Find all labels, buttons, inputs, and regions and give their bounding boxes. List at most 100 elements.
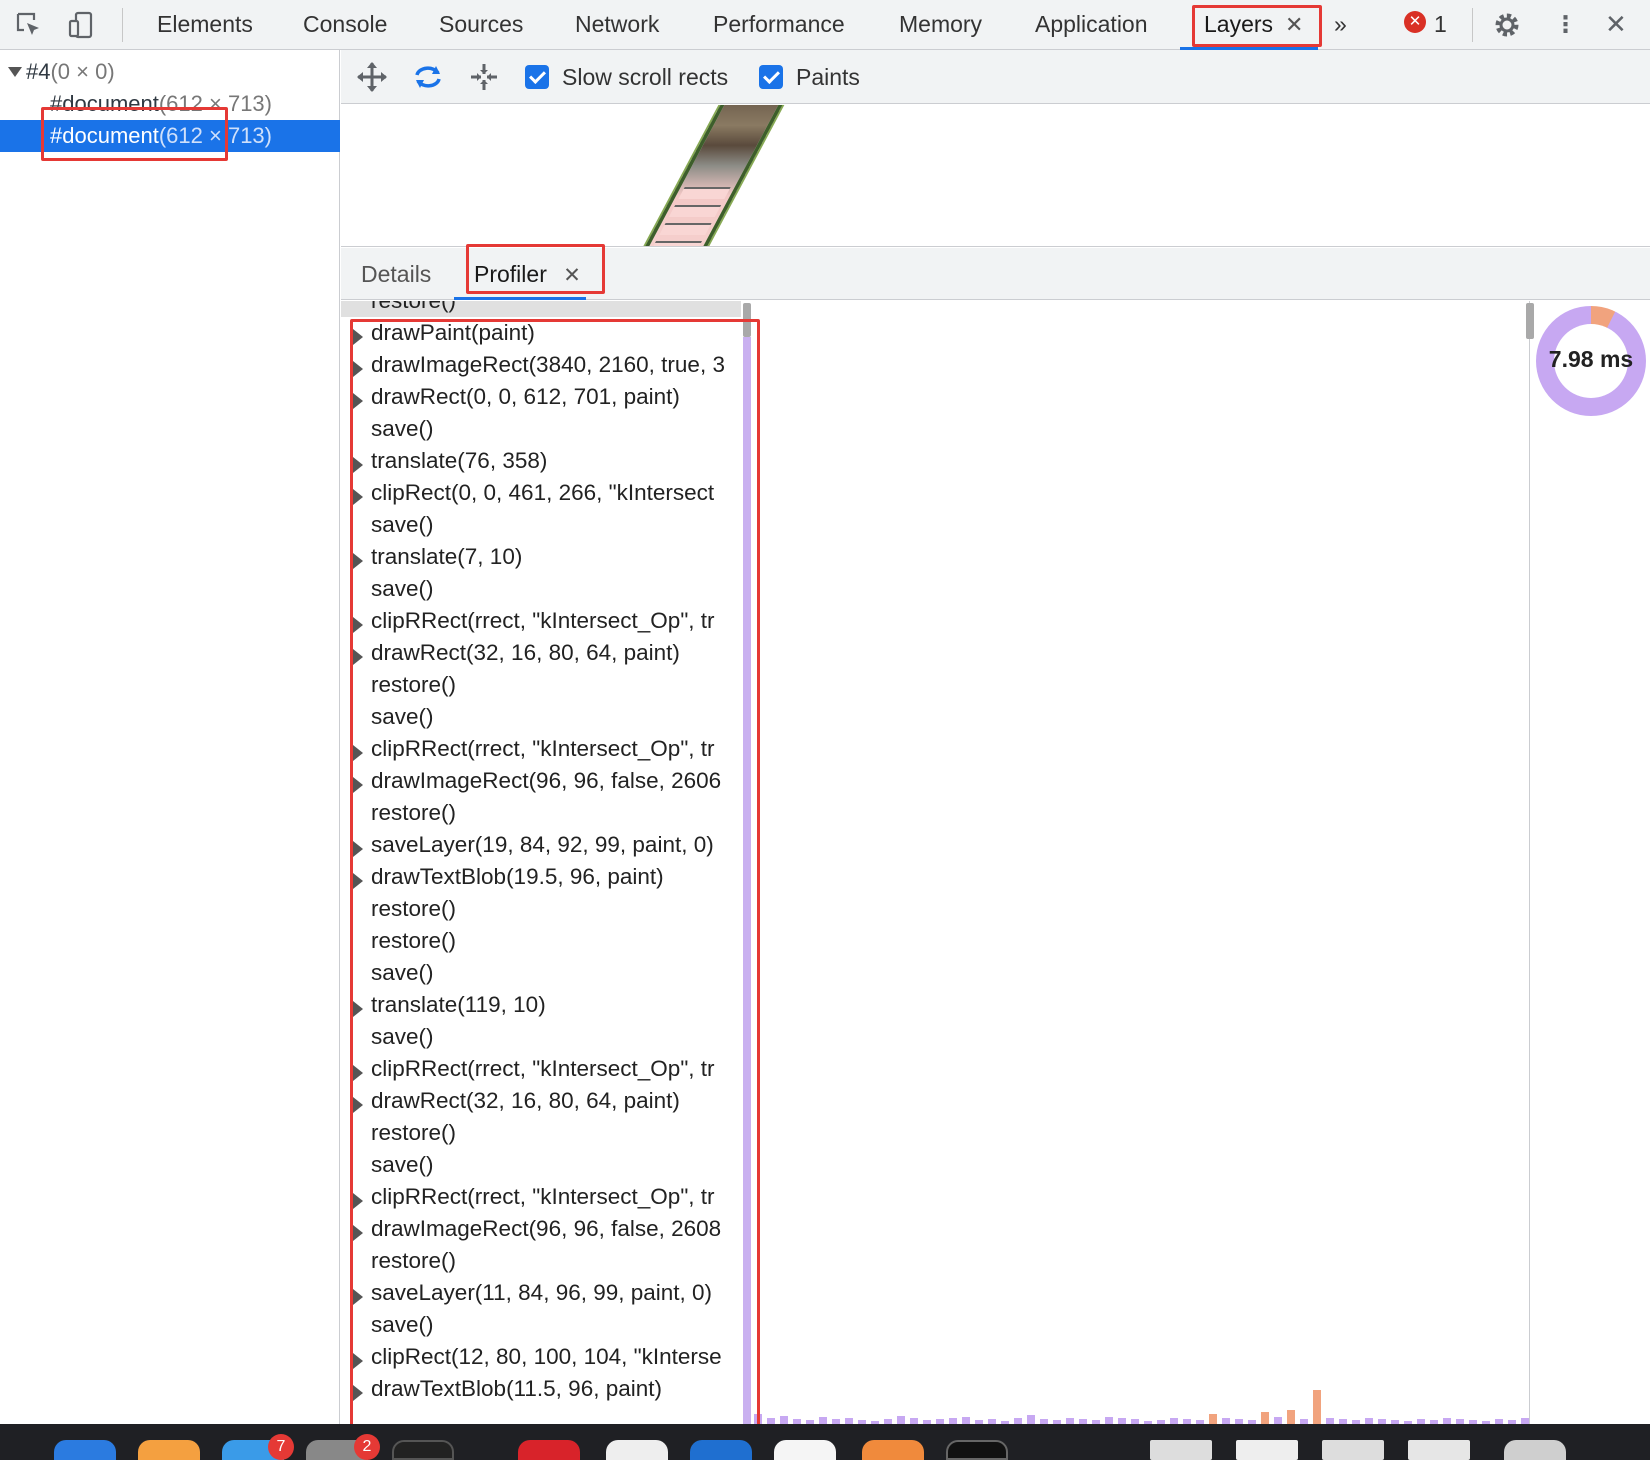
dock-window-thumbnail[interactable]: [1322, 1440, 1384, 1460]
log-row[interactable]: save(): [341, 1021, 741, 1053]
more-options-icon[interactable]: ⋮: [1554, 0, 1577, 50]
dock-window-thumbnail[interactable]: [1236, 1440, 1298, 1460]
close-tab-icon[interactable]: ✕: [1285, 12, 1303, 37]
expand-triangle-icon[interactable]: [8, 67, 22, 77]
tab-sources[interactable]: Sources: [439, 0, 523, 50]
pan-mode-icon[interactable]: [355, 60, 389, 94]
log-row[interactable]: restore(): [341, 669, 741, 701]
log-row[interactable]: clipRRect(rrect, "kIntersect_Op", tr: [341, 1053, 741, 1085]
rotate-mode-icon[interactable]: [411, 60, 445, 94]
dock-app-icon[interactable]: [690, 1440, 752, 1460]
log-row[interactable]: translate(7, 10): [341, 541, 741, 573]
more-tabs-button[interactable]: »: [1334, 0, 1347, 50]
log-row[interactable]: drawImageRect(3840, 2160, true, 3: [341, 349, 741, 381]
log-row[interactable]: saveLayer(11, 84, 96, 99, paint, 0): [341, 1277, 741, 1309]
slow-scroll-rects-checkbox[interactable]: [525, 65, 549, 89]
tab-memory[interactable]: Memory: [899, 0, 982, 50]
expand-arrow-icon[interactable]: [353, 841, 363, 857]
log-row[interactable]: drawRect(32, 16, 80, 64, paint): [341, 637, 741, 669]
expand-arrow-icon[interactable]: [353, 745, 363, 761]
dock-app-icon[interactable]: [138, 1440, 200, 1460]
tree-item-document-selected[interactable]: #document(612 × 713): [0, 120, 340, 152]
expand-arrow-icon[interactable]: [353, 457, 363, 473]
tab-details[interactable]: Details: [361, 248, 431, 300]
log-row[interactable]: save(): [341, 413, 741, 445]
tab-profiler[interactable]: Profiler ✕: [474, 248, 581, 300]
log-row[interactable]: drawImageRect(96, 96, false, 2608: [341, 1213, 741, 1245]
error-icon[interactable]: ✕: [1404, 11, 1426, 33]
expand-arrow-icon[interactable]: [353, 393, 363, 409]
tree-item-document[interactable]: #document(612 × 713): [0, 88, 340, 120]
close-tab-icon[interactable]: ✕: [563, 264, 581, 287]
log-row[interactable]: save(): [341, 573, 741, 605]
log-row[interactable]: drawImageRect(96, 96, false, 2606: [341, 765, 741, 797]
tab-layers[interactable]: Layers ✕: [1204, 0, 1303, 50]
dock-app-icon[interactable]: [774, 1440, 836, 1460]
expand-arrow-icon[interactable]: [353, 1225, 363, 1241]
paint-timeline-chart[interactable]: [752, 1380, 1530, 1424]
log-row[interactable]: saveLayer(19, 84, 92, 99, paint, 0): [341, 829, 741, 861]
dock-app-icon[interactable]: [518, 1440, 580, 1460]
expand-arrow-icon[interactable]: [353, 1193, 363, 1209]
trash-icon[interactable]: [1504, 1440, 1566, 1460]
dock-app-icon[interactable]: [606, 1440, 668, 1460]
log-row[interactable]: restore(): [341, 1245, 741, 1277]
log-row[interactable]: save(): [341, 701, 741, 733]
log-row[interactable]: drawPaint(paint): [341, 317, 741, 349]
settings-gear-icon[interactable]: [1490, 8, 1524, 42]
log-row[interactable]: translate(119, 10): [341, 989, 741, 1021]
expand-arrow-icon[interactable]: [353, 617, 363, 633]
log-row[interactable]: restore(): [341, 301, 741, 317]
log-row[interactable]: drawRect(0, 0, 612, 701, paint): [341, 381, 741, 413]
close-devtools-icon[interactable]: ✕: [1605, 0, 1627, 50]
log-row[interactable]: drawTextBlob(19.5, 96, paint): [341, 861, 741, 893]
tab-performance[interactable]: Performance: [713, 0, 845, 50]
expand-arrow-icon[interactable]: [353, 1289, 363, 1305]
device-toolbar-icon[interactable]: [64, 8, 98, 42]
log-row[interactable]: restore(): [341, 925, 741, 957]
expand-arrow-icon[interactable]: [353, 1353, 363, 1369]
inspect-element-icon[interactable]: [12, 8, 46, 42]
log-scrollbar[interactable]: [743, 303, 751, 337]
log-row[interactable]: translate(76, 358): [341, 445, 741, 477]
tab-elements[interactable]: Elements: [157, 0, 253, 50]
log-row[interactable]: clipRect(0, 0, 461, 266, "kIntersect: [341, 477, 741, 509]
dock-window-thumbnail[interactable]: [1408, 1440, 1470, 1460]
log-row[interactable]: save(): [341, 1309, 741, 1341]
profiler-scrollbar[interactable]: [1526, 303, 1534, 339]
log-row[interactable]: clipRRect(rrect, "kIntersect_Op", tr: [341, 733, 741, 765]
expand-arrow-icon[interactable]: [353, 777, 363, 793]
log-row[interactable]: drawRect(32, 16, 80, 64, paint): [341, 1085, 741, 1117]
paints-checkbox[interactable]: [759, 65, 783, 89]
log-row[interactable]: clipRRect(rrect, "kIntersect_Op", tr: [341, 1181, 741, 1213]
expand-arrow-icon[interactable]: [353, 1097, 363, 1113]
dock-app-icon[interactable]: [862, 1440, 924, 1460]
dock-app-icon[interactable]: [946, 1440, 1008, 1460]
log-row[interactable]: restore(): [341, 893, 741, 925]
tab-network[interactable]: Network: [575, 0, 659, 50]
layers-3d-view[interactable]: [341, 105, 1650, 247]
layer-preview-thumbnail[interactable]: [634, 105, 790, 246]
expand-arrow-icon[interactable]: [353, 649, 363, 665]
dock-app-icon[interactable]: [54, 1440, 116, 1460]
log-row[interactable]: save(): [341, 957, 741, 989]
reset-transform-icon[interactable]: [467, 60, 501, 94]
expand-arrow-icon[interactable]: [353, 1065, 363, 1081]
expand-arrow-icon[interactable]: [353, 489, 363, 505]
log-row[interactable]: save(): [341, 1149, 741, 1181]
log-row[interactable]: clipRect(12, 80, 100, 104, "kInterse: [341, 1341, 741, 1373]
log-row[interactable]: restore(): [341, 797, 741, 829]
dock-app-icon[interactable]: [392, 1440, 454, 1460]
expand-arrow-icon[interactable]: [353, 329, 363, 345]
log-row[interactable]: drawTextBlob(11.5, 96, paint): [341, 1373, 741, 1405]
expand-arrow-icon[interactable]: [353, 1001, 363, 1017]
paint-command-log[interactable]: restore() drawPaint(paint) drawImageRect(3…: [341, 301, 741, 1424]
log-row[interactable]: save(): [341, 509, 741, 541]
log-row[interactable]: clipRRect(rrect, "kIntersect_Op", tr: [341, 605, 741, 637]
paints-label[interactable]: Paints: [796, 50, 860, 104]
slow-scroll-rects-label[interactable]: Slow scroll rects: [562, 50, 728, 104]
expand-arrow-icon[interactable]: [353, 873, 363, 889]
expand-arrow-icon[interactable]: [353, 361, 363, 377]
tree-root-row[interactable]: #4(0 × 0): [0, 56, 340, 88]
dock-window-thumbnail[interactable]: [1150, 1440, 1212, 1460]
